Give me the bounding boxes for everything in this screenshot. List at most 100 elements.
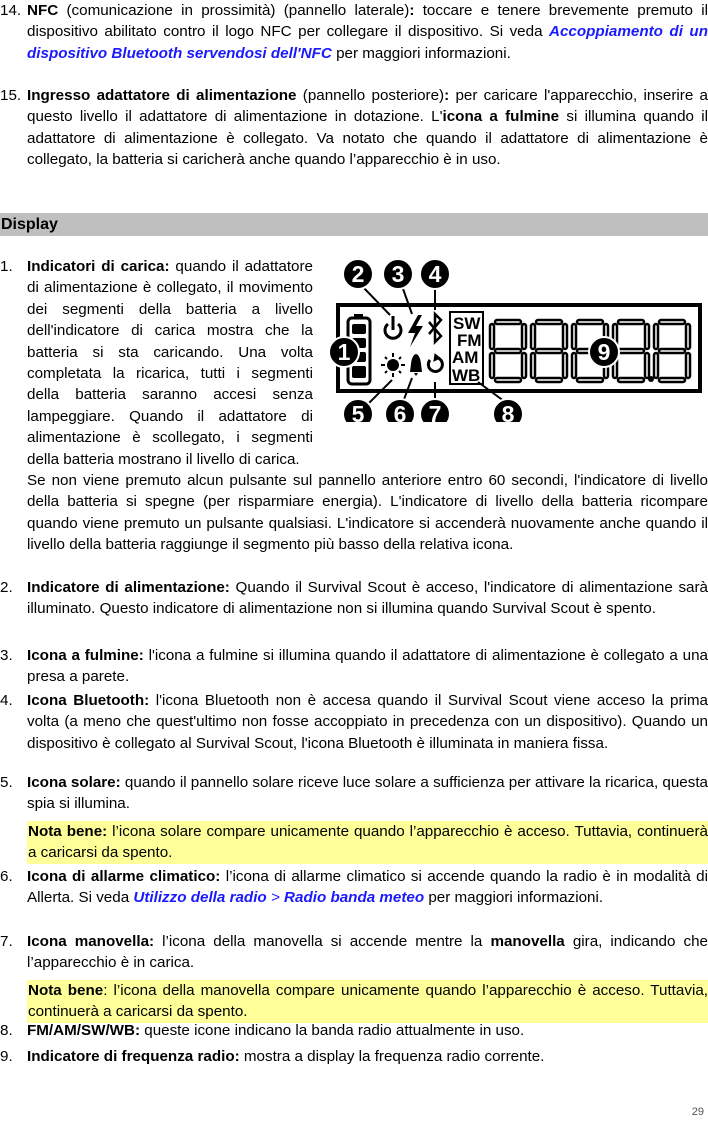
band-labels: SW FM AM WB (452, 314, 482, 385)
item-title: Icona manovella: (27, 933, 155, 950)
bluetooth-icon (428, 310, 443, 346)
bold-term: icona a fulmine (442, 108, 560, 126)
note-text: l’icona solare compare unicamente quando… (28, 822, 708, 862)
item-number: 14. (0, 2, 22, 19)
item-body: Se non viene premuto alcun pulsante sul … (27, 472, 708, 554)
list-item-15: 15. Ingresso adattatore di alimentazione… (0, 85, 708, 171)
radio-usage-link[interactable]: Utilizzo della radio (133, 889, 266, 906)
item-title: Ingresso adattatore di alimentazione (27, 87, 297, 104)
svg-text:3: 3 (392, 261, 405, 287)
svg-text:6: 6 (394, 401, 407, 422)
item-body: Icona a fulmine: l'icona a fulmine si il… (27, 645, 708, 688)
item-body: Ingresso adattatore di alimentazione (pa… (27, 85, 708, 171)
list-item-5: 5. Icona solare: quando il pannello sola… (0, 772, 708, 864)
note-text: : l’icona della manovella compare unicam… (28, 981, 708, 1021)
lightning-icon (408, 315, 423, 347)
callout-4: 4 (419, 258, 451, 290)
item-text: queste icone indicano la banda radio att… (140, 1022, 525, 1039)
item-text: per maggiori informazioni. (424, 889, 604, 907)
display-diagram-svg: SW FM AM WB 1 2 3 4 5 6 7 8 9 (328, 258, 702, 430)
item-title: Icona a fulmine: (27, 647, 144, 664)
item-body: Indicatore di alimentazione: Quando il S… (27, 577, 708, 620)
callout-1: 1 (328, 336, 360, 368)
item-text: (pannello posteriore) (296, 87, 445, 104)
item-number: 15. (0, 87, 22, 104)
bold-term: manovella (490, 933, 565, 950)
list-item-9: 9. Indicatore di frequenza radio: mostra… (0, 1046, 708, 1067)
band-am: AM (452, 348, 478, 367)
callout-8: 8 (492, 398, 524, 430)
list-item-8: 8. FM/AM/SW/WB: queste icone indicano la… (0, 1020, 708, 1041)
item-number: 9. (0, 1048, 13, 1065)
note-label: Nota bene (28, 981, 104, 999)
item-body: Icona Bluetooth: l'icona Bluetooth non è… (27, 690, 708, 754)
item-title: NFC (27, 2, 59, 19)
section-title: Display (1, 216, 58, 233)
item-title: Indicatori di carica: (27, 258, 170, 275)
item-title: FM/AM/SW/WB: (27, 1022, 141, 1039)
list-item-1-extra: Se non viene premuto alcun pulsante sul … (0, 470, 708, 556)
item-body: Icona di allarme climatico: l’icona di a… (27, 866, 708, 909)
item-title: Icona Bluetooth: (27, 692, 150, 709)
item-body: Indicatori di carica: quando il adattato… (27, 256, 313, 470)
item-number: 1. (0, 258, 13, 275)
item-title: Indicatore di alimentazione: (27, 579, 230, 596)
item-body: Indicatore di frequenza radio: mostra a … (27, 1046, 708, 1067)
svg-text:5: 5 (352, 401, 365, 422)
callout-2: 2 (342, 258, 374, 290)
section-heading-display: Display (0, 213, 708, 236)
svg-text:8: 8 (502, 401, 515, 422)
callout-6: 6 (384, 398, 416, 430)
item-number: 4. (0, 692, 13, 709)
callout-3: 3 (382, 258, 414, 290)
list-item-7: 7. Icona manovella: l’icona della manove… (0, 931, 708, 1023)
item-text: quando il pannello solare riceve luce so… (27, 774, 708, 813)
list-item-6: 6. Icona di allarme climatico: l’icona d… (0, 866, 708, 909)
callout-7: 7 (419, 398, 451, 430)
item-title: Indicatore di frequenza radio: (27, 1048, 240, 1065)
svg-text:7: 7 (429, 401, 442, 422)
item-text: mostra a display la frequenza radio corr… (239, 1048, 545, 1065)
display-diagram: SW FM AM WB 1 2 34 5 6 7 8 9 (328, 252, 708, 430)
callout-5: 5 (342, 398, 374, 430)
item-number: 6. (0, 868, 13, 885)
list-item-1: 1. Indicatori di carica: quando il adatt… (0, 256, 313, 470)
item-number: 7. (0, 933, 13, 950)
item-body: NFC (comunicazione in prossimità) (panne… (27, 0, 708, 64)
svg-text:1: 1 (338, 339, 351, 365)
page-number: 29 (691, 1106, 704, 1118)
note-label: Nota bene: (28, 822, 108, 840)
seven-segment-digit (529, 318, 569, 384)
item-body: FM/AM/SW/WB: queste icone indicano la ba… (27, 1020, 708, 1041)
list-item-4: 4. Icona Bluetooth: l'icona Bluetooth no… (0, 690, 708, 754)
item-title: Icona solare: (27, 774, 121, 791)
bell-icon (410, 354, 422, 376)
seven-segment-digit (488, 318, 528, 384)
list-item-14: 14. NFC (comunicazione in prossimità) (p… (0, 0, 708, 64)
item-title: Icona di allarme climatico: (27, 868, 221, 885)
item-number: 5. (0, 774, 13, 791)
svg-text:2: 2 (352, 261, 365, 287)
band-wb: WB (452, 366, 480, 385)
item-text: quando il adattatore di alimentazione è … (27, 258, 313, 468)
item-number: 2. (0, 579, 13, 596)
note-box: Nota bene: l’icona della manovella compa… (27, 979, 708, 1023)
list-item-2: 2. Indicatore di alimentazione: Quando i… (0, 577, 708, 620)
item-text: l’icona della manovella si accende mentr… (154, 933, 491, 950)
item-number: 3. (0, 647, 13, 664)
sun-icon (381, 353, 405, 377)
note-box: Nota bene: l’icona solare compare unicam… (27, 820, 708, 864)
svg-text:4: 4 (429, 261, 442, 287)
svg-text:9: 9 (598, 339, 611, 365)
power-icon (383, 316, 403, 340)
list-item-3: 3. Icona a fulmine: l'icona a fulmine si… (0, 645, 708, 688)
item-text: (comunicazione in prossimità) (pannello … (58, 2, 410, 19)
item-body: Icona manovella: l’icona della manovella… (27, 931, 708, 974)
crank-icon (426, 353, 444, 373)
link-separator: > (266, 889, 285, 907)
callout-9: 9 (588, 336, 620, 368)
seven-segment-digit (652, 318, 692, 384)
item-body: Icona solare: quando il pannello solare … (27, 772, 708, 815)
item-number: 8. (0, 1022, 13, 1039)
weather-band-link[interactable]: Radio banda meteo (284, 889, 424, 906)
